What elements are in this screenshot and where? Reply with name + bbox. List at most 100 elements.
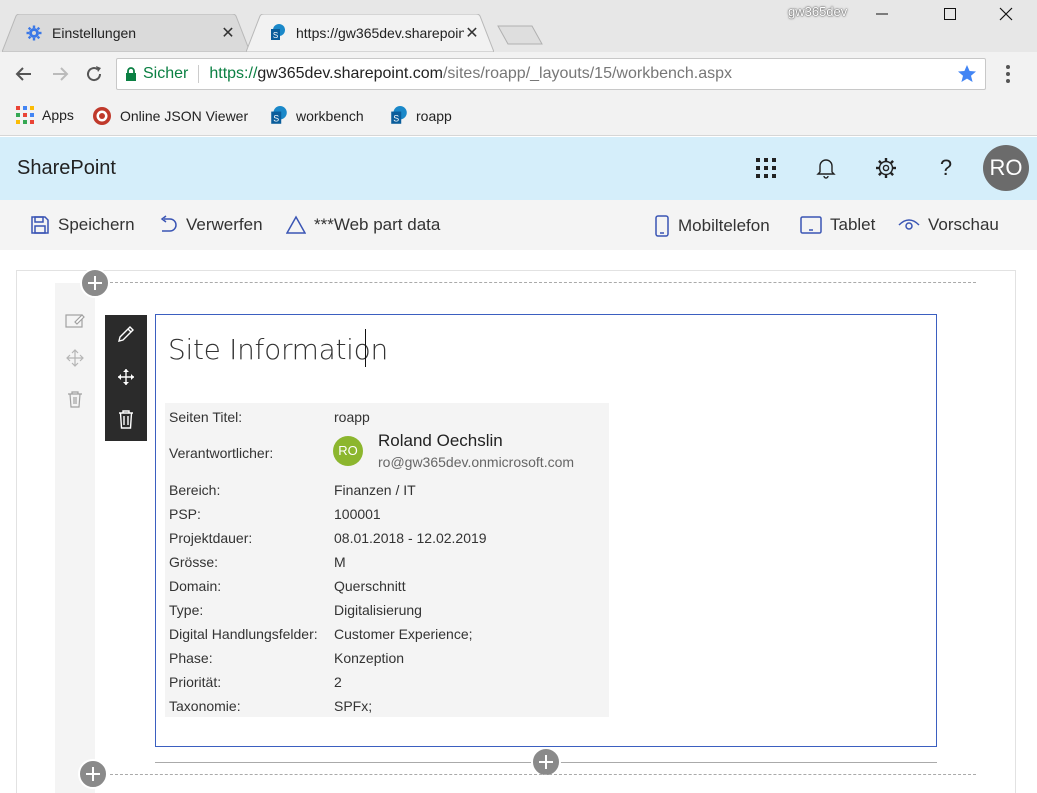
help-icon[interactable]: ? — [933, 155, 959, 181]
tab-close-icon[interactable]: ✕ — [220, 23, 236, 43]
table-row: Seiten Titel: roapp — [169, 409, 370, 425]
bookmark-workbench[interactable]: S workbench — [270, 106, 364, 126]
arrow-left-icon — [15, 67, 31, 81]
table-row: Priorität: 2 — [169, 674, 342, 690]
row-label: Verantwortlicher: — [169, 445, 274, 461]
delete-section-button[interactable] — [64, 388, 86, 410]
preview-label: Vorschau — [928, 215, 999, 234]
tab-einstellungen[interactable]: Einstellungen ✕ — [2, 14, 250, 52]
mobile-phone-icon — [655, 215, 669, 237]
url-host: gw365dev.sharepoint.com — [257, 65, 443, 82]
row-value: Querschnitt — [334, 578, 406, 594]
browser-titlebar: Einstellungen ✕ S https://gw365dev.share… — [0, 0, 1037, 52]
eye-icon — [898, 219, 920, 230]
tablet-label: Tablet — [830, 215, 876, 234]
bookmark-star-icon[interactable] — [957, 64, 977, 84]
notifications-button[interactable] — [813, 155, 839, 181]
triangle-icon — [286, 215, 306, 234]
tab-close-icon[interactable]: ✕ — [464, 23, 480, 43]
delete-webpart-button[interactable] — [114, 407, 138, 431]
row-label: Seiten Titel: — [169, 409, 243, 425]
forward-button[interactable] — [48, 62, 72, 86]
row-value: 100001 — [334, 506, 381, 522]
add-webpart-button[interactable] — [531, 747, 561, 777]
bookmark-label: roapp — [416, 108, 452, 124]
plus-icon — [88, 276, 102, 290]
webpart-data-button[interactable]: ***Web part data — [286, 215, 440, 235]
tablet-icon — [800, 216, 822, 234]
table-row: Domain: Querschnitt — [169, 578, 406, 594]
save-button[interactable]: Speichern — [30, 215, 135, 235]
row-label: Type: — [169, 602, 204, 618]
save-label: Speichern — [58, 215, 135, 234]
bookmark-online-json-viewer[interactable]: Online JSON Viewer — [92, 106, 248, 126]
add-section-top-button[interactable] — [80, 268, 110, 298]
bookmark-apps[interactable]: Apps — [16, 106, 74, 124]
svg-text:S: S — [273, 114, 279, 124]
bookmarks-bar: Apps Online JSON Viewer S workbench S ro… — [0, 96, 1037, 136]
webpart-title[interactable]: Site Information — [168, 333, 388, 366]
minimize-button[interactable] — [856, 0, 908, 28]
move-section-button[interactable] — [64, 347, 86, 369]
row-value: Konzeption — [334, 650, 405, 666]
new-tab-button[interactable] — [496, 24, 544, 46]
edit-section-button[interactable] — [64, 310, 86, 332]
undo-icon — [160, 215, 177, 232]
reload-icon — [87, 66, 102, 82]
discard-button[interactable]: Verwerfen — [158, 215, 263, 235]
move-webpart-button[interactable] — [114, 365, 138, 389]
browser-toolbar: Sicher https://gw365dev.sharepoint.com/s… — [0, 52, 1037, 96]
sharepoint-suite-bar: SharePoint ? RO — [0, 137, 1037, 200]
url-scheme: https:// — [209, 65, 258, 82]
back-button[interactable] — [12, 62, 36, 86]
row-label: Phase: — [169, 650, 213, 666]
persona-email: ro@gw365dev.onmicrosoft.com — [378, 454, 575, 470]
tab-workbench[interactable]: S https://gw365dev.sharepoint.com/sites/… — [246, 14, 494, 52]
arrow-right-icon — [53, 67, 69, 81]
maximize-icon — [944, 8, 956, 20]
bookmark-label: Apps — [42, 107, 74, 123]
bookmark-roapp[interactable]: S roapp — [390, 106, 452, 126]
json-viewer-icon — [93, 107, 111, 125]
row-value: Finanzen / IT — [334, 482, 416, 498]
persona-card[interactable]: RO Roland Oechslin ro@gw365dev.onmicroso… — [333, 431, 574, 470]
bookmark-label: workbench — [296, 108, 364, 124]
address-bar[interactable]: Sicher https://gw365dev.sharepoint.com/s… — [116, 58, 986, 90]
sharepoint-icon: S — [271, 24, 285, 40]
section-divider-top — [110, 282, 976, 283]
row-value: M — [334, 554, 346, 570]
site-information-webpart[interactable]: Site Information Seiten Titel: roapp Ver… — [155, 314, 937, 747]
save-icon — [31, 216, 49, 234]
browser-profile-name[interactable]: gw365dev — [788, 4, 847, 19]
tablet-preview-button[interactable]: Tablet — [800, 215, 875, 235]
discard-label: Verwerfen — [186, 215, 263, 234]
edit-webpart-button[interactable] — [114, 322, 138, 346]
secure-indicator[interactable]: Sicher — [125, 65, 188, 83]
table-row: Digital Handlungsfelder: Customer Experi… — [169, 626, 473, 642]
plus-icon — [86, 767, 100, 781]
window-close-button[interactable] — [980, 0, 1032, 28]
preview-button[interactable]: Vorschau — [898, 215, 999, 235]
mobile-preview-button[interactable]: Mobiltelefon — [654, 215, 770, 237]
workbench-command-bar: Speichern Verwerfen ***Web part data Mob… — [0, 200, 1037, 250]
maximize-button[interactable] — [924, 0, 976, 28]
reload-button[interactable] — [82, 62, 106, 86]
gear-icon — [26, 25, 42, 41]
move-icon — [118, 369, 134, 385]
text-cursor — [365, 329, 366, 367]
apps-grid-icon — [16, 106, 34, 124]
row-label: Bereich: — [169, 482, 221, 498]
table-row: Type: Digitalisierung — [169, 602, 422, 618]
sharepoint-icon: S — [271, 106, 287, 124]
app-launcher-button[interactable] — [753, 155, 779, 181]
browser-menu-icon[interactable] — [998, 64, 1018, 84]
persona-avatar: RO — [333, 435, 363, 466]
gear-icon — [876, 158, 896, 178]
persona-name: Roland Oechslin — [378, 431, 503, 450]
sharepoint-brand[interactable]: SharePoint — [17, 157, 116, 180]
user-avatar[interactable]: RO — [983, 145, 1029, 191]
add-section-bottom-button[interactable] — [78, 759, 108, 789]
move-icon — [66, 349, 84, 367]
persona-details: Roland Oechslin ro@gw365dev.onmicrosoft.… — [378, 431, 574, 470]
settings-button[interactable] — [873, 155, 899, 181]
